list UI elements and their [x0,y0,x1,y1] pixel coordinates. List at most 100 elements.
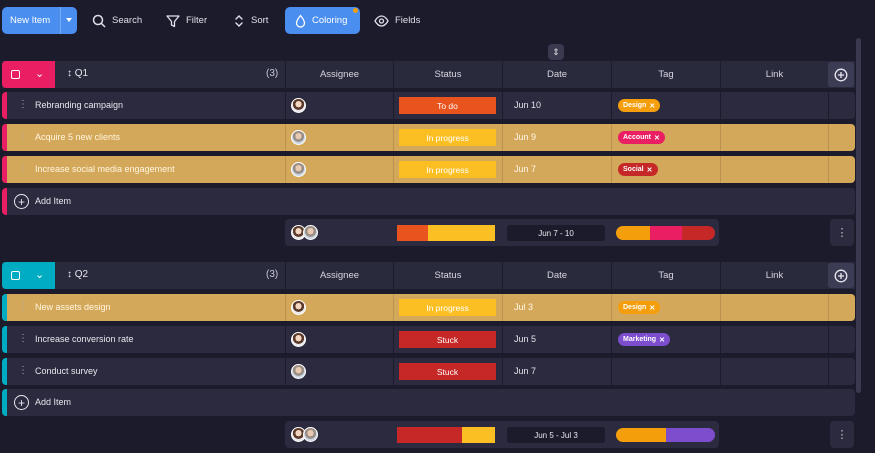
tag-chip[interactable]: Marketing ✕ [618,333,670,346]
avatar[interactable] [291,98,306,113]
drag-handle-icon[interactable]: ⋮ [18,333,28,344]
column-header-assignee[interactable]: Assignee [285,262,393,289]
table-row[interactable]: ⋮ New assets design In progress Jul 3 De… [2,294,855,321]
cell-divider [502,156,503,183]
cell-divider [720,294,721,321]
column-header-link[interactable]: Link [720,262,828,289]
close-icon[interactable]: ✕ [659,336,665,344]
coloring-button[interactable]: Coloring [285,7,360,34]
dropdown-caret-icon[interactable] [66,18,72,22]
new-item-button[interactable]: New Item [2,7,77,34]
table-row[interactable]: ⋮ Increase conversion rate Stuck Jun 5 M… [2,326,855,353]
close-icon[interactable]: ✕ [649,102,655,110]
cell-divider [611,326,612,353]
group-checkbox[interactable] [11,70,20,79]
add-item-label[interactable]: Add Item [35,196,71,206]
tag-chip[interactable]: Account ✕ [618,131,665,144]
filter-button[interactable]: Filter [166,7,207,34]
add-column-button[interactable] [828,62,854,87]
search-button[interactable]: Search [92,7,142,34]
cell-divider [285,358,286,385]
date-cell[interactable]: Jun 7 [514,366,536,376]
column-header-status[interactable]: Status [393,61,502,88]
add-item-row[interactable]: + Add Item [2,389,855,416]
avatar[interactable] [291,332,306,347]
add-column-button[interactable] [828,263,854,288]
column-header-date[interactable]: Date [502,262,611,289]
close-icon[interactable]: ✕ [654,134,660,142]
vertical-scrollbar[interactable] [856,38,861,393]
filter-label: Filter [186,15,208,26]
item-title[interactable]: Increase conversion rate [35,334,134,344]
item-title[interactable]: Conduct survey [35,366,98,376]
chevron-down-icon[interactable]: ⌄ [35,268,44,281]
fields-button[interactable]: Fields [374,7,420,34]
tag-chip[interactable]: Design ✕ [618,99,661,112]
column-header-tag[interactable]: Tag [611,61,720,88]
status-badge[interactable]: In progress [399,299,496,316]
table-row[interactable]: ⋮ Increase social media engagement In pr… [2,156,855,183]
drag-handle-icon[interactable]: ⋮ [18,131,28,142]
table-row[interactable]: ⋮ Conduct survey Stuck Jun 7 [2,358,855,385]
tag-segment-design [616,428,666,442]
date-cell[interactable]: Jun 9 [514,132,536,142]
drag-handle-icon[interactable]: ⋮ [18,99,28,110]
tag-chip[interactable]: Design ✕ [618,301,661,314]
avatar[interactable] [291,364,306,379]
group-title[interactable]: ↕ Q1 [67,68,88,79]
column-header-status[interactable]: Status [393,262,502,289]
row-color-stripe [2,326,7,353]
drag-handle-icon[interactable]: ⋮ [18,301,28,312]
group-count: (3) [266,269,279,280]
more-options-icon[interactable]: ⋮ [830,421,854,448]
avatar[interactable] [291,162,306,177]
cell-divider [285,294,286,321]
chevron-down-icon[interactable]: ⌄ [35,67,44,80]
avatar[interactable] [291,130,306,145]
avatar[interactable] [291,300,306,315]
column-header-tag[interactable]: Tag [611,262,720,289]
plus-circle-icon [834,68,848,81]
row-color-stripe [2,294,7,321]
group-checkbox[interactable] [11,271,20,280]
group-title[interactable]: ↕ Q2 [67,269,88,280]
drag-handle-icon[interactable]: ⋮ [18,365,28,376]
cell-divider [828,92,829,119]
notification-dot [353,8,358,13]
add-item-label[interactable]: Add Item [35,397,71,407]
table-row[interactable]: ⋮ Rebranding campaign To do Jun 10 Desig… [2,92,855,119]
avatar [303,225,318,240]
status-badge[interactable]: Stuck [399,331,496,348]
add-item-row[interactable]: + Add Item [2,188,855,215]
status-badge[interactable]: In progress [399,129,496,146]
date-cell[interactable]: Jun 7 [514,164,536,174]
plus-circle-icon[interactable]: + [14,395,29,410]
item-title[interactable]: Increase social media engagement [35,164,175,174]
tag-chip[interactable]: Social ✕ [618,163,658,176]
date-cell[interactable]: Jul 3 [514,302,533,312]
filter-icon [166,14,180,27]
item-title[interactable]: Rebranding campaign [35,100,123,110]
drag-handle-icon[interactable]: ⋮ [18,163,28,174]
more-options-icon[interactable]: ⋮ [830,219,854,246]
close-icon[interactable]: ✕ [647,166,653,174]
collapse-all-button[interactable]: ⇕ [548,44,564,60]
cell-divider [285,124,286,151]
sort-button[interactable]: Sort [233,7,268,34]
column-header-link[interactable]: Link [720,61,828,88]
item-title[interactable]: New assets design [35,302,111,312]
plus-circle-icon [834,269,848,282]
status-badge[interactable]: In progress [399,161,496,178]
status-badge[interactable]: To do [399,97,496,114]
tag-label: Social [623,166,644,173]
table-row[interactable]: ⋮ Acquire 5 new clients In progress Jun … [2,124,855,151]
column-header-assignee[interactable]: Assignee [285,61,393,88]
close-icon[interactable]: ✕ [649,304,655,312]
status-badge[interactable]: Stuck [399,363,496,380]
plus-circle-icon[interactable]: + [14,194,29,209]
date-cell[interactable]: Jun 10 [514,100,541,110]
collapse-icon: ⇕ [552,46,560,57]
date-cell[interactable]: Jun 5 [514,334,536,344]
column-header-date[interactable]: Date [502,61,611,88]
item-title[interactable]: Acquire 5 new clients [35,132,120,142]
